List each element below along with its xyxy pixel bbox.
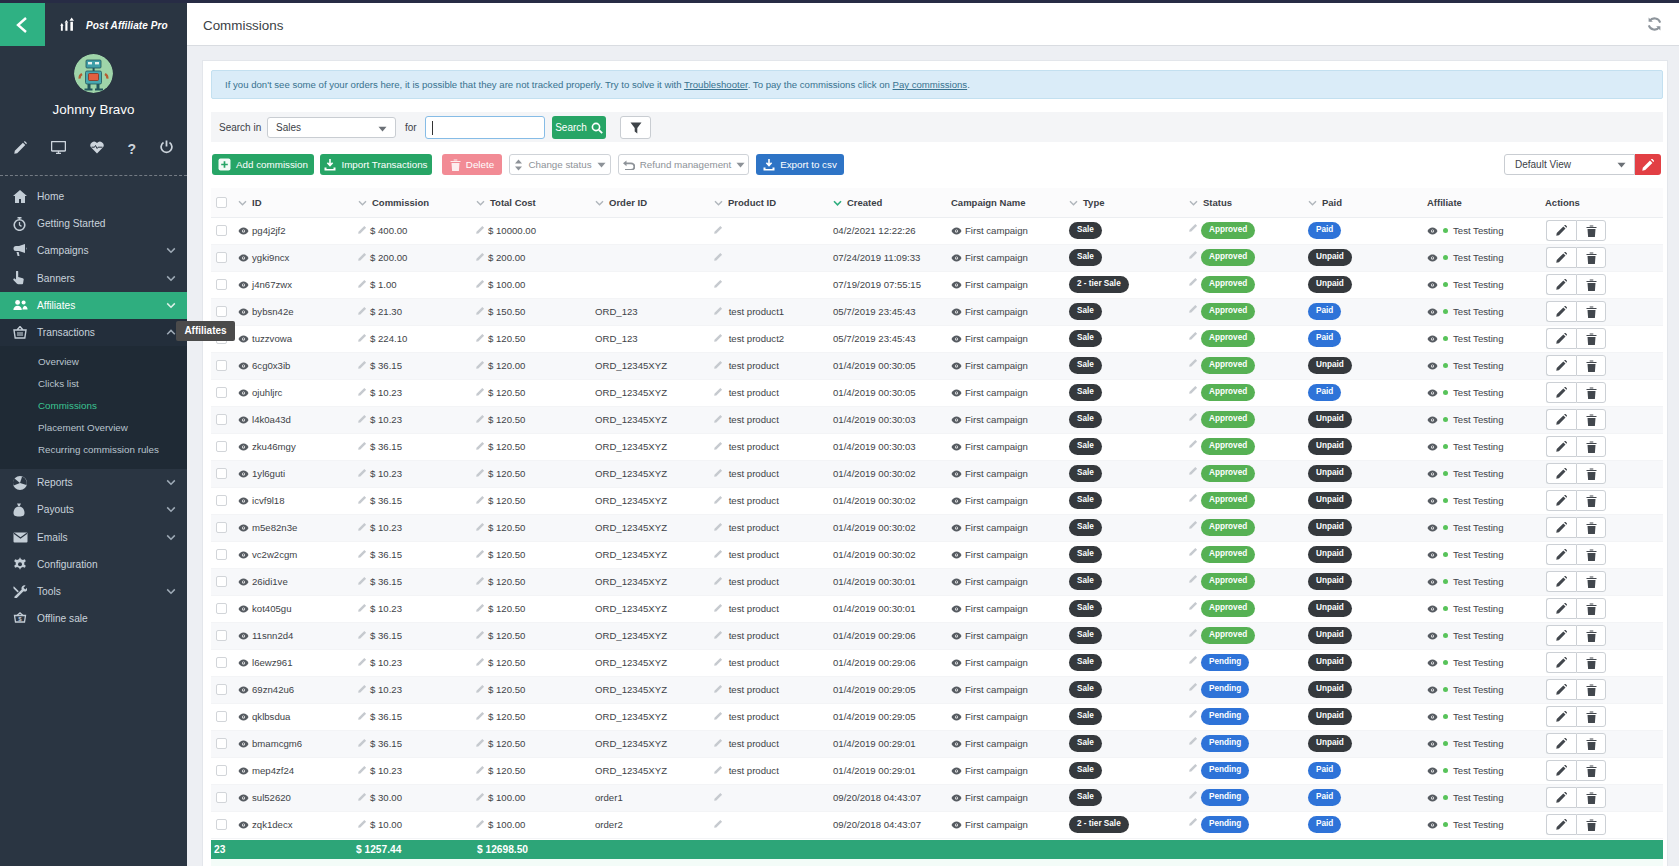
- svg-text:$: $: [18, 616, 22, 622]
